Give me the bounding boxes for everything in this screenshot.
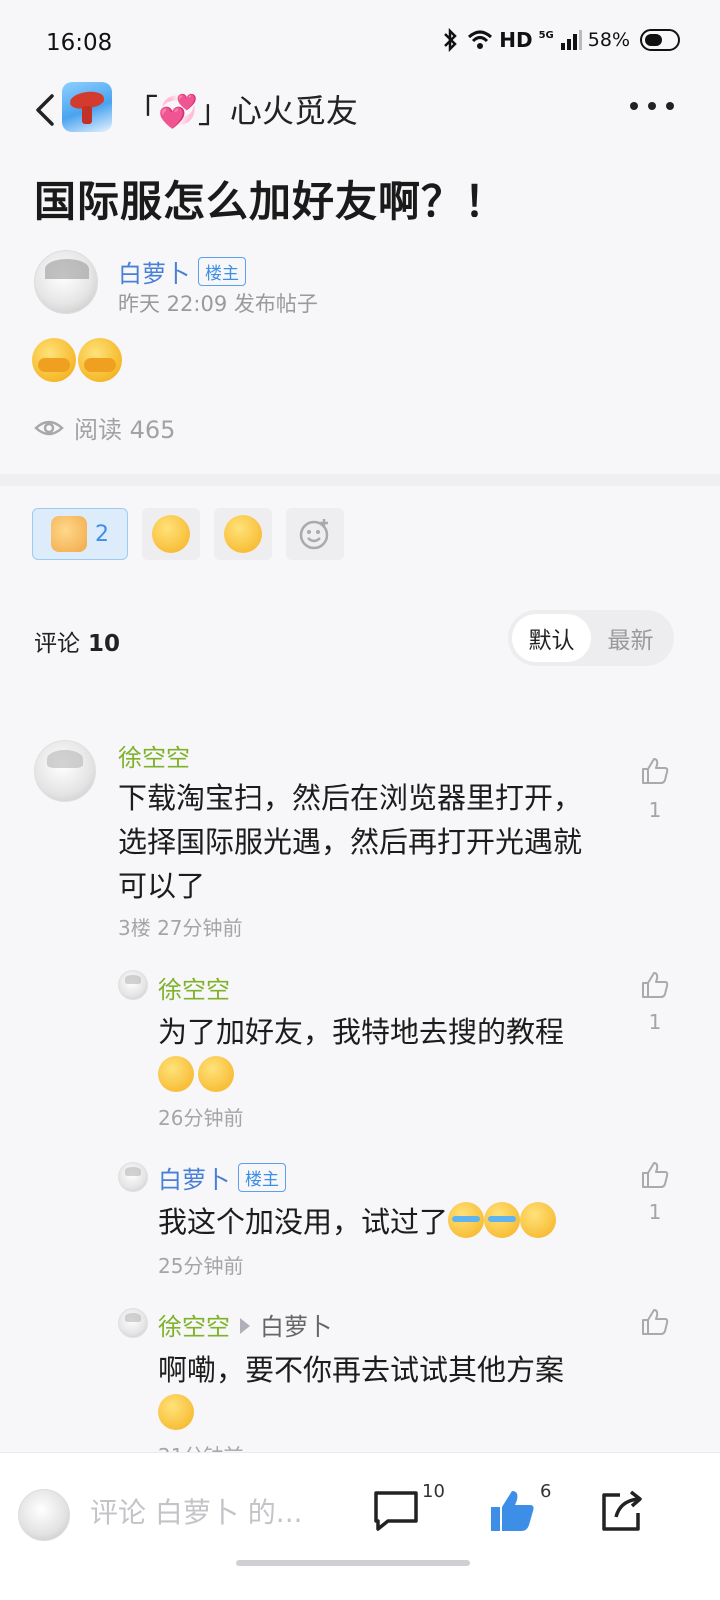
status-icons: HD 5G 58%	[439, 28, 680, 52]
reply-author[interactable]: 徐空空	[158, 1313, 230, 1341]
reply-text-content: 我这个加没用，试过了	[158, 1205, 449, 1239]
laugh-reaction[interactable]	[142, 508, 200, 560]
reply-avatar[interactable]	[118, 1308, 148, 1338]
share-icon[interactable]	[598, 1487, 646, 1535]
thumbs-up-reaction[interactable]: 2	[32, 508, 128, 560]
like-icon[interactable]	[640, 970, 670, 1000]
author-name-row[interactable]: 白萝卜 楼主	[118, 254, 246, 289]
wifi-icon	[468, 30, 493, 49]
comment-text-line: 可以了	[118, 869, 206, 903]
forum-name[interactable]: 「💞」心火觅友	[126, 86, 358, 132]
thumbs-up-emoji-icon	[51, 516, 87, 552]
reply-avatar[interactable]	[118, 1162, 148, 1192]
bluetooth-icon	[444, 28, 458, 52]
status-time: 16:08	[46, 30, 113, 56]
thumbs-up-icon[interactable]	[488, 1487, 536, 1535]
comment-text-line: 下载淘宝扫，然后在浏览器里打开，	[118, 781, 583, 815]
add-reaction-button[interactable]	[286, 508, 344, 560]
comment-icon[interactable]	[372, 1487, 420, 1535]
comment-author[interactable]: 徐空空	[118, 738, 190, 773]
network-label: HD	[499, 28, 533, 52]
reply-text-content: 啊嘞，要不你再去试试其他方案	[158, 1353, 565, 1387]
comments-header: 评论 10	[34, 624, 120, 658]
comments-count: 10	[88, 631, 121, 657]
more-options-icon[interactable]	[630, 102, 674, 110]
status-bar: 16:08 HD 5G 58%	[0, 0, 720, 80]
back-arrow-icon[interactable]	[32, 92, 62, 128]
like-count: 1	[648, 1200, 662, 1224]
shy-emoji-icon	[32, 338, 76, 382]
my-avatar	[18, 1489, 70, 1541]
like-icon[interactable]	[640, 1307, 670, 1337]
forum-header: 「💞」心火觅友	[0, 80, 720, 140]
bottom-bar: 评论 白萝卜 的... 10 6	[0, 1452, 720, 1600]
home-indicator[interactable]	[236, 1560, 470, 1566]
smirk-emoji-icon	[158, 1394, 194, 1430]
sort-default-button[interactable]: 默认	[512, 614, 591, 662]
author-avatar[interactable]	[34, 250, 98, 314]
like-count-total: 6	[540, 1481, 552, 1502]
reply-target[interactable]: 白萝卜	[260, 1313, 332, 1341]
eating-reaction[interactable]	[214, 508, 272, 560]
crying-emoji-icon	[484, 1202, 521, 1238]
comment-text-line: 选择国际服光遇，然后再打开光遇就	[118, 825, 583, 859]
smirk-emoji-icon	[158, 1056, 194, 1092]
section-divider	[0, 474, 720, 486]
like-count: 1	[648, 798, 662, 822]
signal-label: 5G	[538, 29, 554, 41]
like-icon[interactable]	[640, 1160, 670, 1190]
post-title: 国际服怎么加好友啊？！	[34, 177, 508, 226]
reply-text-content: 为了加好友，我特地去搜的教程	[158, 1015, 565, 1049]
add-emoji-icon	[299, 519, 329, 550]
reply-text: 为了加好友，我特地去搜的教程	[158, 1010, 628, 1098]
laugh-emoji-icon	[152, 515, 190, 553]
owner-badge: 楼主	[238, 1163, 286, 1192]
reply-avatar[interactable]	[118, 970, 148, 1000]
comment-avatar[interactable]	[34, 740, 96, 802]
reply-text: 我这个加没用，试过了	[158, 1200, 628, 1244]
crying-emoji-icon	[448, 1202, 485, 1238]
shy-emoji-icon	[78, 338, 122, 382]
comment-count: 10	[422, 1481, 445, 1502]
reply-arrow-icon	[240, 1318, 250, 1334]
post-body-emojis	[32, 338, 122, 382]
like-icon[interactable]	[640, 756, 670, 786]
reply-author[interactable]: 徐空空	[158, 970, 230, 1005]
thumbs-up-count: 2	[95, 521, 109, 547]
comment-meta: 3楼 27分钟前	[118, 916, 243, 940]
reply-time: 25分钟前	[158, 1254, 244, 1278]
post-time: 昨天 22:09 发布帖子	[118, 292, 318, 316]
smirk-emoji-icon	[198, 1056, 234, 1092]
reply-author-row[interactable]: 徐空空 白萝卜	[158, 1307, 332, 1342]
read-count-label: 阅读 465	[74, 416, 176, 444]
reaction-row: 2	[32, 508, 344, 560]
comments-label: 评论	[34, 631, 80, 657]
sort-toggle: 默认 最新	[508, 610, 674, 666]
sort-latest-button[interactable]: 最新	[591, 614, 670, 662]
like-count: 1	[648, 1010, 662, 1034]
reply-author[interactable]: 白萝卜	[158, 1166, 230, 1194]
reply-time: 26分钟前	[158, 1106, 244, 1130]
read-count: 阅读 465	[34, 410, 175, 445]
signal-icon	[560, 30, 582, 50]
owner-badge: 楼主	[198, 257, 246, 286]
reply-author-row[interactable]: 白萝卜 楼主	[158, 1160, 286, 1195]
author-name[interactable]: 白萝卜	[118, 260, 190, 288]
battery-icon	[640, 29, 680, 51]
reply-text: 啊嘞，要不你再去试试其他方案	[158, 1348, 628, 1436]
battery-percent: 58%	[587, 29, 630, 51]
eating-emoji-icon	[224, 515, 262, 553]
comment-text: 下载淘宝扫，然后在浏览器里打开， 选择国际服光遇，然后再打开光遇就 可以了	[118, 776, 638, 908]
sad-emoji-icon	[520, 1202, 557, 1238]
eye-icon	[34, 420, 64, 435]
comment-input[interactable]: 评论 白萝卜 的...	[90, 1491, 303, 1531]
forum-avatar[interactable]	[62, 82, 112, 132]
